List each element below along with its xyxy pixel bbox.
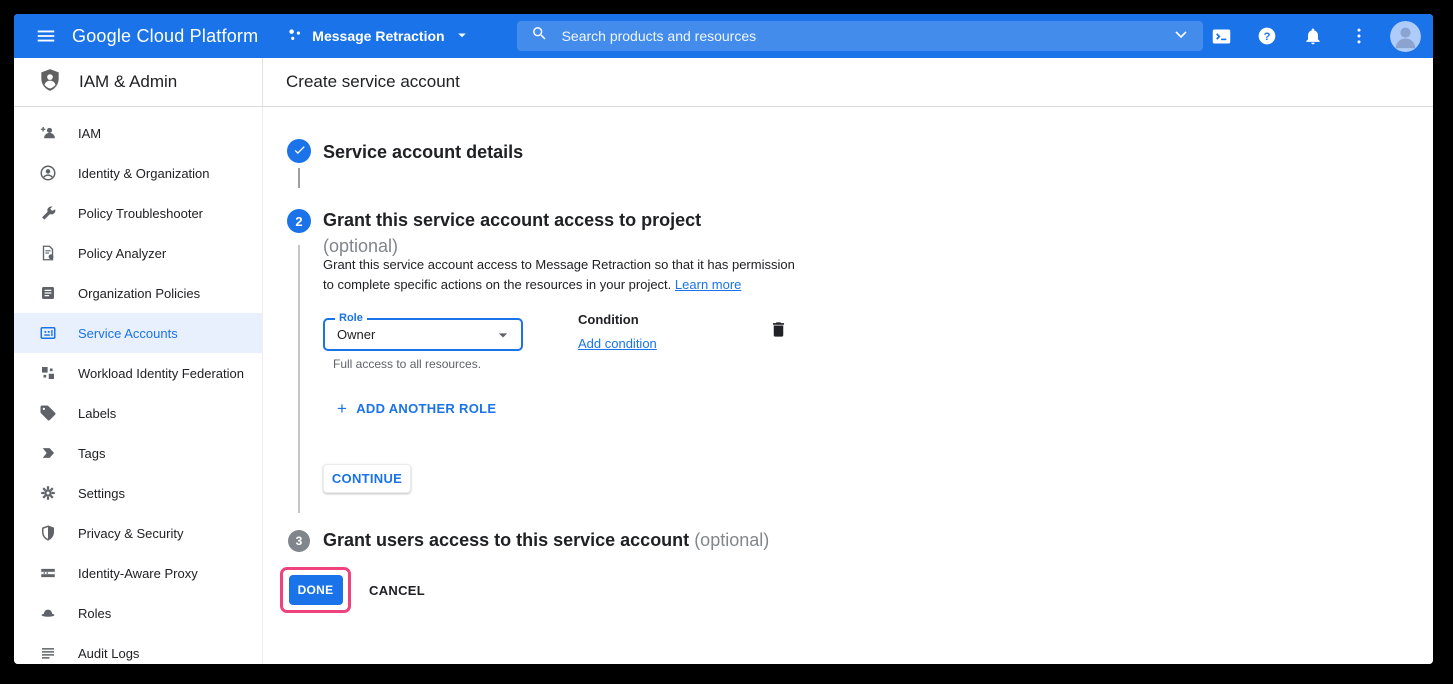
continue-button[interactable]: CONTINUE [323, 464, 411, 493]
plus-icon: + [337, 402, 347, 416]
sidebar-item-identity-aware-proxy[interactable]: Identity-Aware Proxy [14, 553, 262, 593]
sidebar-item-organization-policies[interactable]: Organization Policies [14, 273, 262, 313]
dropdown-arrow-icon [493, 325, 513, 345]
wrench-icon [39, 204, 57, 222]
step2-title: Grant this service account access to pro… [323, 207, 701, 233]
sidebar-item-label: Policy Troubleshooter [78, 206, 203, 221]
sidebar-item-iam[interactable]: IAM [14, 113, 262, 153]
audit-logs-icon [39, 644, 57, 662]
tag-icon [39, 444, 57, 462]
sidebar-item-label: IAM [78, 126, 101, 141]
sidebar-item-service-accounts[interactable]: Service Accounts [14, 313, 262, 353]
role-field-label: Role [335, 312, 367, 324]
sidebar-item-label: Organization Policies [78, 286, 200, 301]
step1-title: Service account details [323, 139, 523, 165]
sidebar-item-label: Audit Logs [78, 646, 139, 661]
topbar-actions: ? [1203, 18, 1423, 54]
sidebar-item-settings[interactable]: Settings [14, 473, 262, 513]
project-selector[interactable]: Message Retraction [286, 26, 470, 47]
sidebar-item-workload-identity-federation[interactable]: Workload Identity Federation [14, 353, 262, 393]
add-condition-link[interactable]: Add condition [578, 336, 657, 351]
identity-icon [39, 164, 57, 182]
help-icon[interactable]: ? [1249, 18, 1285, 54]
main-content: Service account details 2 Grant this ser… [263, 107, 1433, 664]
search-input[interactable] [562, 28, 1171, 44]
step2-description: Grant this service account access to Mes… [323, 255, 795, 295]
sidebar-item-labels[interactable]: Labels [14, 393, 262, 433]
sidebar-header: IAM & Admin [14, 58, 263, 106]
cancel-button[interactable]: CANCEL [369, 575, 425, 605]
step2-optional-label: (optional) [323, 236, 398, 257]
annotation-highlight-box: DONE [280, 567, 351, 613]
search-bar[interactable] [517, 21, 1203, 51]
bell-icon[interactable] [1295, 18, 1331, 54]
gear-icon [39, 484, 57, 502]
more-vert-icon[interactable] [1341, 18, 1377, 54]
service-accounts-icon [39, 324, 57, 342]
cloud-shell-icon[interactable] [1203, 18, 1239, 54]
sidebar-title: IAM & Admin [79, 72, 177, 92]
sidebar-item-label: Workload Identity Federation [78, 366, 244, 381]
top-app-bar: Google Cloud Platform Message Retraction [14, 14, 1433, 58]
header-row: IAM & Admin Create service account [14, 58, 1433, 107]
roles-icon [39, 604, 57, 622]
step3-title: Grant users access to this service accou… [323, 527, 769, 553]
sidebar-item-label: Identity & Organization [78, 166, 210, 181]
sidebar-item-identity-organization[interactable]: Identity & Organization [14, 153, 262, 193]
step-connector [298, 245, 300, 513]
sidebar-item-label: Tags [78, 446, 105, 461]
policy-analyzer-icon [39, 244, 57, 262]
step3-number-badge: 3 [288, 530, 310, 552]
sidebar-item-label: Settings [78, 486, 125, 501]
sidebar-item-tags[interactable]: Tags [14, 433, 262, 473]
done-button[interactable]: DONE [289, 575, 343, 605]
role-helper-text: Full access to all resources. [333, 357, 481, 371]
project-name: Message Retraction [312, 28, 444, 44]
sidebar-item-audit-logs[interactable]: Audit Logs [14, 633, 262, 664]
page-title: Create service account [263, 58, 460, 106]
svg-text:?: ? [1264, 31, 1271, 43]
org-policies-icon [39, 284, 57, 302]
sidebar-item-label: Policy Analyzer [78, 246, 166, 261]
menu-icon[interactable] [26, 16, 66, 56]
step-connector [298, 168, 300, 188]
product-logo[interactable]: Google Cloud Platform [72, 26, 258, 47]
sidebar-item-label: Identity-Aware Proxy [78, 566, 198, 581]
trash-icon[interactable] [769, 320, 788, 339]
sidebar-item-label: Labels [78, 406, 116, 421]
sidebar-item-label: Roles [78, 606, 111, 621]
role-selected-value: Owner [337, 327, 375, 342]
sidebar-item-label: Service Accounts [78, 326, 178, 341]
proxy-icon [39, 564, 57, 582]
browser-viewport: Google Cloud Platform Message Retraction [14, 14, 1433, 664]
chevron-down-icon[interactable] [1171, 24, 1191, 49]
label-icon [39, 404, 57, 422]
role-select[interactable]: Role Owner [323, 318, 523, 351]
body-row: IAM Identity & Organization Policy Trouble… [14, 107, 1433, 664]
person-add-icon [39, 124, 57, 142]
caret-down-icon [453, 26, 471, 47]
shield-person-icon [37, 67, 63, 98]
add-another-role-button[interactable]: + ADD ANOTHER ROLE [337, 401, 496, 416]
step1-complete-badge [287, 139, 311, 163]
sidebar-item-label: Privacy & Security [78, 526, 183, 541]
search-icon [531, 25, 548, 47]
sidebar-item-policy-analyzer[interactable]: Policy Analyzer [14, 233, 262, 273]
workload-identity-icon [39, 364, 57, 382]
sidebar-item-policy-troubleshooter[interactable]: Policy Troubleshooter [14, 193, 262, 233]
step3-optional-label: (optional) [694, 530, 769, 550]
check-icon [292, 142, 307, 160]
step2-number-badge: 2 [287, 209, 311, 233]
sidebar-item-roles[interactable]: Roles [14, 593, 262, 633]
learn-more-link[interactable]: Learn more [675, 277, 741, 292]
condition-label: Condition [578, 312, 639, 327]
shield-half-icon [39, 524, 57, 542]
project-grid-icon [286, 26, 304, 47]
avatar[interactable] [1387, 18, 1423, 54]
sidebar-item-privacy-security[interactable]: Privacy & Security [14, 513, 262, 553]
sidebar-menu: IAM Identity & Organization Policy Trouble… [14, 107, 263, 664]
